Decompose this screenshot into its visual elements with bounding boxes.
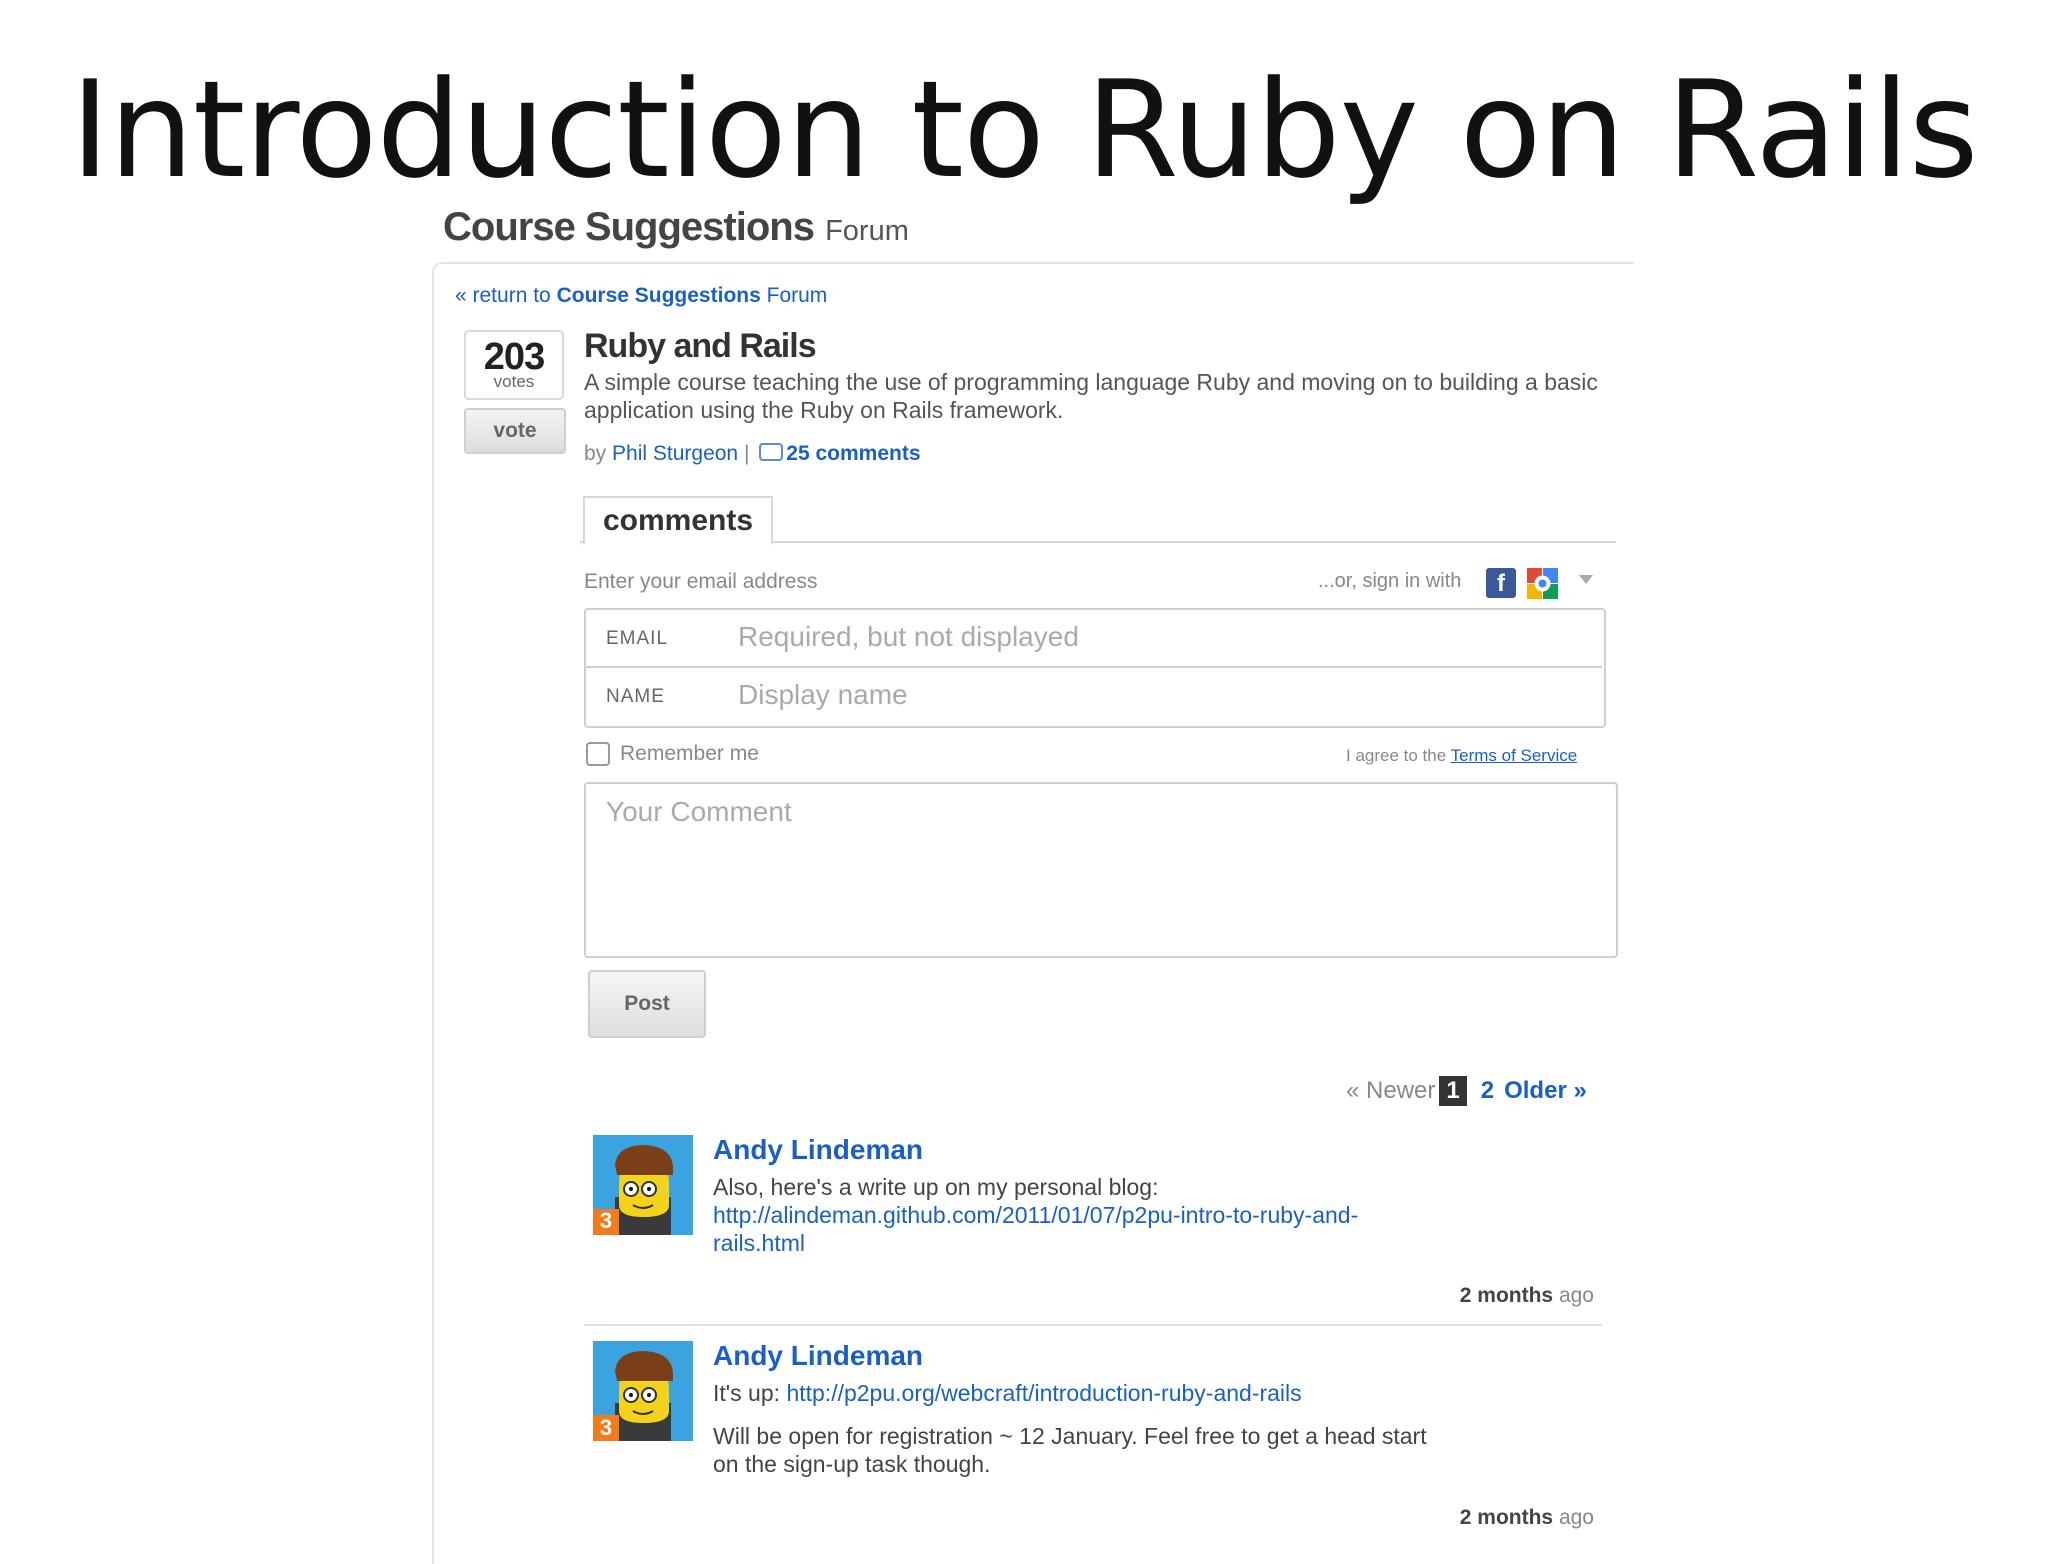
- comment-textarea[interactable]: [584, 782, 1618, 958]
- vote-count-box: 203 votes: [464, 330, 564, 400]
- vote-button[interactable]: vote: [464, 408, 566, 454]
- header-title-suffix: Forum: [825, 215, 909, 247]
- remember-me-checkbox[interactable]: [586, 742, 610, 766]
- topic-meta: by Phil Sturgeon | 25 comments: [584, 442, 921, 466]
- back-link-forum-name: Course Suggestions: [556, 284, 761, 307]
- email-label: EMAIL: [606, 628, 669, 649]
- comment-link-line1: http://alindeman.github.com/2011/01/07/p…: [713, 1202, 1359, 1228]
- comment-text-prefix: It's up:: [713, 1380, 781, 1406]
- tab-comments[interactable]: comments: [583, 496, 773, 545]
- page-header: Course Suggestions Forum: [443, 205, 909, 250]
- comment-text: It's up: http://p2pu.org/webcraft/introd…: [713, 1379, 1613, 1407]
- current-page: 1: [1439, 1076, 1467, 1106]
- by-label: by: [584, 442, 607, 465]
- email-field[interactable]: [738, 621, 1538, 653]
- topic-title: Ruby and Rails: [584, 327, 817, 365]
- back-link-prefix: « return to: [455, 284, 551, 307]
- comment-bubble-icon: [759, 443, 784, 462]
- remember-me-label: Remember me: [620, 742, 759, 765]
- comment-text-line2: on the sign-up task though.: [713, 1451, 991, 1477]
- meta-separator: |: [743, 442, 750, 465]
- post-button[interactable]: Post: [588, 970, 706, 1038]
- avatar-badge: 3: [599, 1415, 613, 1440]
- comment-divider: [584, 1324, 1602, 1326]
- comment-link[interactable]: http://p2pu.org/webcraft/introduction-ru…: [786, 1380, 1301, 1406]
- vote-count-label: votes: [493, 372, 535, 391]
- terms-prefix: I agree to the: [1346, 746, 1447, 765]
- comment-author-link[interactable]: Andy Lindeman: [713, 1340, 923, 1372]
- time-amount: 2 months: [1459, 1506, 1554, 1529]
- comment-author-link[interactable]: Andy Lindeman: [713, 1134, 923, 1166]
- back-link-suffix: Forum: [766, 284, 828, 307]
- older-link[interactable]: Older »: [1504, 1077, 1587, 1104]
- google-icon[interactable]: [1526, 567, 1559, 600]
- terms-text: I agree to the Terms of Service: [1346, 746, 1577, 766]
- comment-text-line1: Will be open for registration ~ 12 Janua…: [713, 1423, 1427, 1449]
- comment-timestamp: 2 months ago: [1450, 1506, 1594, 1530]
- comments-count-link[interactable]: 25 comments: [786, 442, 920, 465]
- vote-count: 203: [483, 336, 545, 378]
- comment-link-line2: rails.html: [713, 1230, 806, 1256]
- chevron-down-icon[interactable]: [1579, 575, 1593, 584]
- time-suffix: ago: [1558, 1284, 1594, 1307]
- field-divider: [586, 666, 1602, 668]
- comment-text: Also, here's a write up on my personal b…: [713, 1174, 1159, 1200]
- facebook-icon[interactable]: f: [1486, 568, 1516, 598]
- time-suffix: ago: [1558, 1506, 1594, 1529]
- email-prompt: Enter your email address: [584, 570, 818, 593]
- signin-text: ...or, sign in with: [1318, 570, 1462, 592]
- time-amount: 2 months: [1459, 1284, 1554, 1307]
- slide-title: Introduction to Ruby on Rails: [70, 52, 1978, 208]
- page-2-link[interactable]: 2: [1481, 1077, 1494, 1104]
- avatar-badge: 3: [599, 1208, 613, 1233]
- newer-link[interactable]: « Newer: [1346, 1077, 1435, 1104]
- name-field[interactable]: [738, 679, 1538, 711]
- comment-timestamp: 2 months ago: [1450, 1284, 1594, 1308]
- header-title: Course Suggestions: [443, 205, 815, 249]
- topic-description: A simple course teaching the use of prog…: [584, 369, 1598, 423]
- pagination: « Newer 1 2 Older »: [1346, 1076, 1587, 1106]
- terms-of-service-link[interactable]: Terms of Service: [1451, 746, 1578, 765]
- comment-text-2: Will be open for registration ~ 12 Janua…: [713, 1422, 1513, 1478]
- name-label: NAME: [606, 686, 665, 707]
- topic-author-link[interactable]: Phil Sturgeon: [612, 442, 738, 465]
- return-to-forum-link[interactable]: « return to Course Suggestions Forum: [455, 284, 827, 308]
- comment-link[interactable]: http://alindeman.github.com/2011/01/07/p…: [713, 1201, 1473, 1257]
